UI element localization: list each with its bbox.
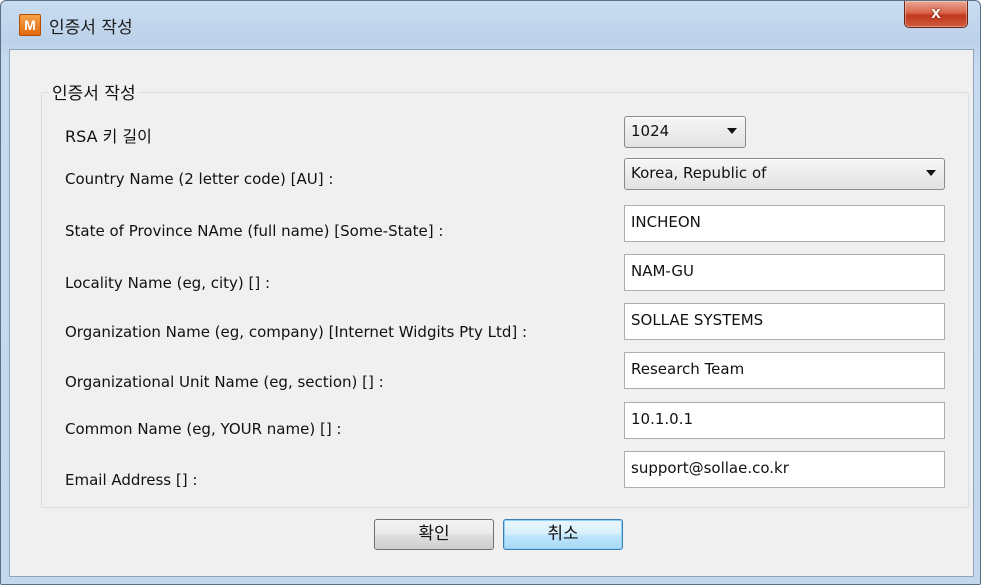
- email-value: support@sollae.co.kr: [631, 459, 789, 477]
- org-unit-label: Organizational Unit Name (eg, section) […: [65, 373, 384, 391]
- app-logo-icon: M: [19, 14, 41, 36]
- country-select[interactable]: Korea, Republic of: [624, 158, 945, 190]
- organization-value: SOLLAE SYSTEMS: [631, 311, 764, 329]
- email-label: Email Address [] :: [65, 471, 198, 489]
- title-bar[interactable]: M 인증서 작성 x: [1, 1, 980, 49]
- common-name-label: Common Name (eg, YOUR name) [] :: [65, 420, 342, 438]
- close-icon: x: [931, 3, 941, 22]
- country-label: Country Name (2 letter code) [AU] :: [65, 170, 334, 188]
- locality-input[interactable]: NAM-GU: [624, 254, 945, 291]
- email-input[interactable]: support@sollae.co.kr: [624, 451, 945, 488]
- locality-value: NAM-GU: [631, 262, 694, 280]
- organization-label: Organization Name (eg, company) [Interne…: [65, 323, 528, 341]
- certificate-group: 인증서 작성: [41, 79, 969, 508]
- window-title: 인증서 작성: [49, 18, 133, 38]
- country-value: Korea, Republic of: [631, 164, 767, 182]
- cancel-button[interactable]: 취소: [503, 519, 623, 550]
- org-unit-value: Research Team: [631, 360, 745, 378]
- rsa-key-length-label: RSA 키 길이: [65, 127, 152, 146]
- org-unit-input[interactable]: Research Team: [624, 352, 945, 389]
- chevron-down-icon: [727, 128, 737, 134]
- chevron-down-icon: [926, 170, 936, 176]
- ok-button[interactable]: 확인: [374, 519, 494, 550]
- common-name-input[interactable]: 10.1.0.1: [624, 402, 945, 439]
- group-title: 인증서 작성: [49, 79, 139, 104]
- organization-input[interactable]: SOLLAE SYSTEMS: [624, 303, 945, 340]
- rsa-key-length-value: 1024: [631, 122, 670, 140]
- rsa-key-length-select[interactable]: 1024: [624, 116, 746, 148]
- dialog-body: 인증서 작성 RSA 키 길이 1024 Country Name (2 let…: [9, 49, 974, 577]
- state-value: INCHEON: [631, 213, 701, 231]
- state-input[interactable]: INCHEON: [624, 205, 945, 242]
- common-name-value: 10.1.0.1: [631, 410, 694, 428]
- certificate-dialog: M 인증서 작성 x 인증서 작성 RSA 키 길이 1024 Country …: [0, 0, 981, 585]
- locality-label: Locality Name (eg, city) [] :: [65, 274, 271, 292]
- state-label: State of Province NAme (full name) [Some…: [65, 222, 444, 240]
- close-button[interactable]: x: [904, 1, 968, 28]
